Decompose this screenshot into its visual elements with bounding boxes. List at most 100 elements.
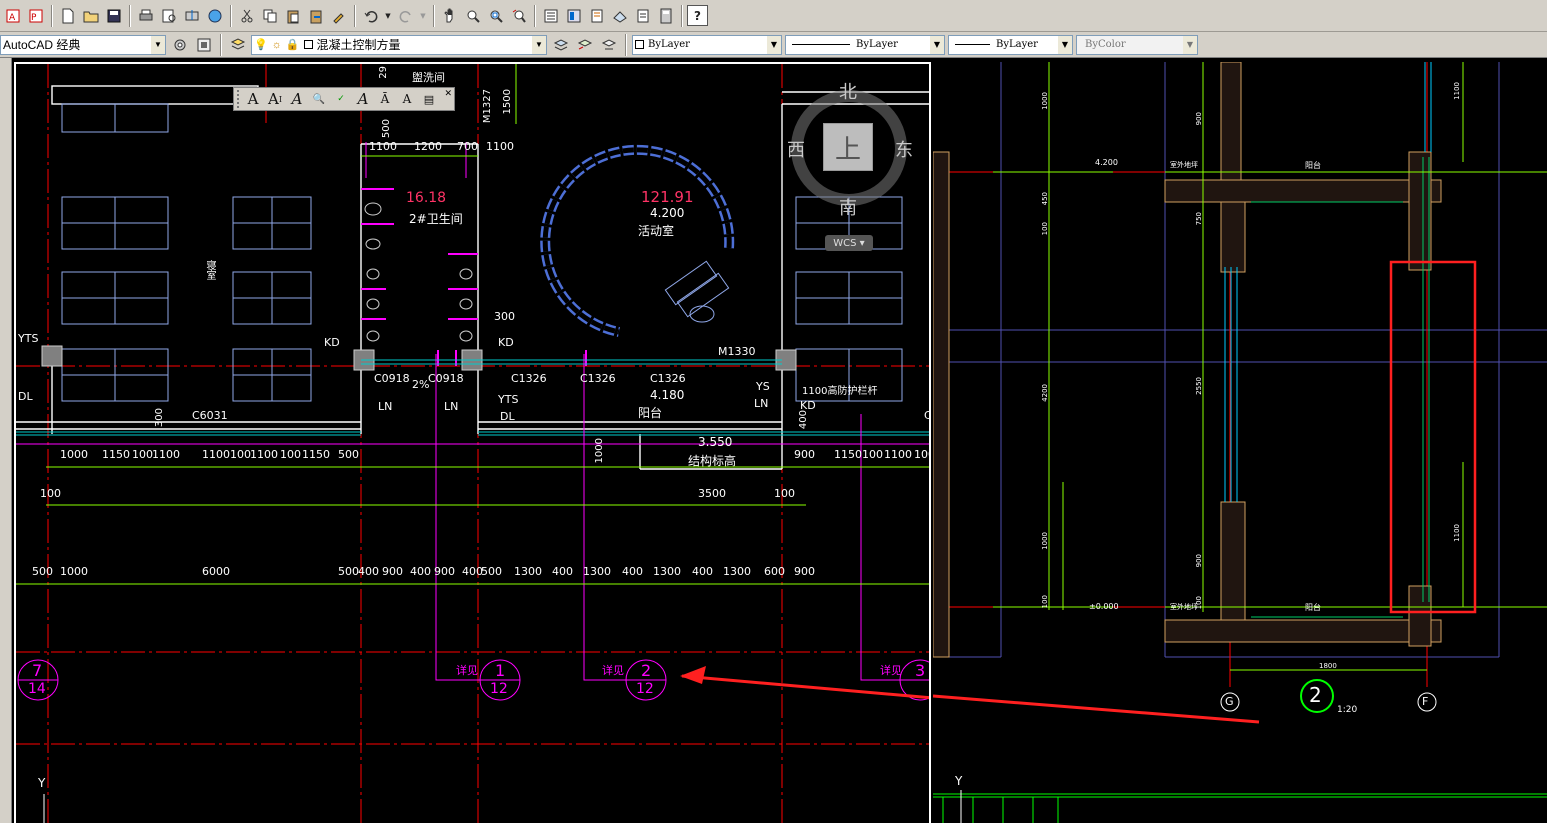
section-drawing [933,62,1547,823]
layer-previous-icon[interactable] [574,34,595,55]
open-icon[interactable] [80,5,101,26]
sun-icon: ☼ [271,38,282,51]
separator [220,33,221,56]
edit-text-icon[interactable]: A [287,89,307,109]
section-dimensions [993,62,1547,671]
lineweight-select[interactable]: ByLayer ▼ [948,34,1073,55]
save-icon[interactable] [103,5,124,26]
close-icon[interactable]: ✕ [444,89,452,99]
layer-states-icon[interactable] [598,34,619,55]
workspace-select[interactable]: AutoCAD 经典 ▼ [0,34,166,55]
chevron-down-icon: ▼ [151,35,165,54]
color-value: ByLayer [648,39,690,50]
layer-manager-icon[interactable] [227,34,248,55]
toolbar-lock-icon[interactable] [193,34,214,55]
spellcheck-icon[interactable]: ✓ [331,89,351,109]
paste-icon[interactable] [282,5,303,26]
properties-icon[interactable] [540,5,561,26]
design-center-icon[interactable] [563,5,584,26]
wall-sections [1164,62,1442,647]
toolbar-grip-handle[interactable] [237,90,241,108]
zoom-window-icon[interactable] [485,5,506,26]
section-number-bubble [1300,679,1334,713]
new-icon[interactable] [57,5,78,26]
toilet-fixtures [364,142,473,342]
highlight-box [1389,260,1477,614]
sheet-set-icon[interactable] [609,5,630,26]
undo-dropdown-icon[interactable]: ▼ [383,5,393,26]
layer-color-swatch [303,40,313,49]
text-toolbar: A AI A 🔍 ✓ A Ā A ▤ ✕ [233,87,455,111]
match-properties-icon[interactable] [328,5,349,26]
viewcube-top-face[interactable]: 上 [823,123,873,171]
separator [681,4,682,27]
model-viewport-section[interactable]: 4.200 ±0.000 1000 450 4200 1000 100 100 … [933,62,1547,823]
justify-text-icon[interactable]: A [397,89,417,109]
scale-text-icon[interactable]: Ā [375,89,395,109]
publish-icon[interactable] [181,5,202,26]
text-convert-icon[interactable]: ▤ [419,89,439,109]
title-block [933,793,1547,823]
plot-preview-icon[interactable] [158,5,179,26]
undo-icon[interactable] [360,5,381,26]
tool-palettes-icon[interactable] [586,5,607,26]
separator [354,4,355,27]
chevron-down-icon: ▼ [767,35,781,54]
separator [625,33,626,56]
redo-icon[interactable] [395,5,416,26]
plotstyle-select[interactable]: ByColor ▼ [1076,34,1198,55]
zoom-previous-icon[interactable] [508,5,529,26]
standard-toolbar: A P ▼ ▼ ? [0,0,1547,32]
layer-select[interactable]: 💡 ☼ 🔒 混凝土控制方量 ▼ [251,34,547,55]
separator [534,4,535,27]
railing-lines [1251,157,1430,618]
pdf-icon[interactable]: P [25,5,46,26]
help-icon[interactable]: ? [687,5,708,26]
chevron-down-icon: ▼ [1183,35,1197,54]
workspace-value: AutoCAD 经典 [3,38,81,52]
color-swatch [635,40,644,49]
cut-icon[interactable] [236,5,257,26]
pan-icon[interactable] [439,5,460,26]
viewcube-west[interactable]: 西 [787,136,805,162]
paste-special-icon[interactable] [305,5,326,26]
separator [129,4,130,27]
linetype-preview [792,44,850,45]
make-current-layer-icon[interactable] [550,34,571,55]
wcs-menu[interactable]: WCS ▾ [825,235,873,251]
arrowhead-icon [680,666,706,684]
chevron-down-icon: ▼ [930,35,944,54]
viewcube-east[interactable]: 东 [895,136,913,162]
find-icon[interactable]: 🔍 [309,89,329,109]
windows [16,359,929,436]
svg-text:A: A [9,13,16,23]
calculator-icon[interactable] [655,5,676,26]
text-icon[interactable]: A [243,89,263,109]
linetype-value: ByLayer [856,39,898,50]
viewcube-south[interactable]: 南 [839,194,857,220]
viewcube[interactable]: 北 西 东 南 上 WCS ▾ [787,76,913,256]
app-menu-icon[interactable]: A [2,5,23,26]
text-style-icon[interactable]: A [353,89,373,109]
chevron-down-icon: ▼ [1058,35,1072,54]
copy-icon[interactable] [259,5,280,26]
globe-icon[interactable] [204,5,225,26]
plotstyle-value: ByColor [1085,39,1126,50]
layer-name: 混凝土控制方量 [316,38,401,52]
redo-dropdown-icon[interactable]: ▼ [418,5,428,26]
chevron-down-icon: ▼ [532,35,546,54]
lineweight-preview [955,44,990,45]
svg-text:P: P [31,13,37,23]
print-icon[interactable] [135,5,156,26]
linetype-select[interactable]: ByLayer ▼ [785,34,945,55]
viewcube-north[interactable]: 北 [839,78,857,104]
zoom-realtime-icon[interactable] [462,5,483,26]
wcs-label: WCS [833,237,857,249]
multiline-text-icon[interactable]: AI [265,89,285,109]
lineweight-value: ByLayer [996,39,1038,50]
lock-icon: 🔒 [285,39,300,51]
workspace-settings-icon[interactable] [169,34,190,55]
markup-icon[interactable] [632,5,653,26]
annotation-arrow-tail [933,694,1260,724]
color-select[interactable]: ByLayer ▼ [632,34,782,55]
